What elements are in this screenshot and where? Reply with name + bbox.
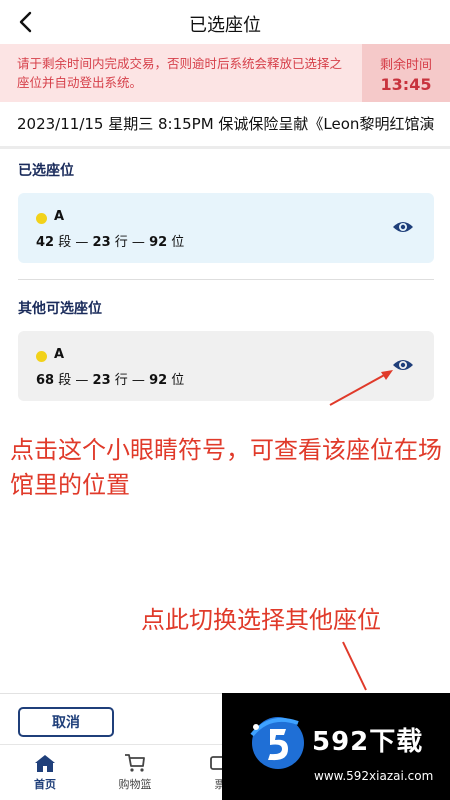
countdown-value: 13:45 — [380, 75, 432, 94]
seat-section: 68 — [36, 373, 55, 388]
eye-icon[interactable] — [392, 356, 414, 374]
row-unit: 行 — [114, 235, 128, 250]
seat-unit: 位 — [171, 373, 185, 388]
timer-message: 请于剩余时间内完成交易，否则逾时后系统会释放已选择之座位并自动登出系统。 — [17, 56, 343, 90]
watermark-logo — [250, 717, 304, 769]
watermark: 592下载 www.592xiazai.com — [222, 693, 450, 800]
countdown-box: 剩余时间 13:45 — [362, 44, 450, 102]
tab-home[interactable]: 首页 — [15, 753, 75, 792]
eye-icon[interactable] — [392, 218, 414, 236]
other-seat-card[interactable]: A 68 段 — 23 行 — 92 位 — [18, 331, 434, 401]
section-unit: 段 — [58, 235, 72, 250]
section-divider — [0, 146, 450, 149]
cart-icon — [125, 754, 145, 772]
separator: — — [131, 373, 145, 388]
separator: — — [75, 373, 89, 388]
event-info: 2023/11/15 星期三 8:15PM 保诚保险呈献《Leon黎明红馆演 — [17, 115, 435, 133]
seat-number: 92 — [149, 235, 168, 250]
countdown-label: 剩余时间 — [379, 58, 432, 73]
seat-unit: 位 — [171, 235, 185, 250]
separator: — — [131, 235, 145, 250]
tab-label: 购物篮 — [118, 778, 152, 791]
seat-detail: 42 段 — 23 行 — 92 位 — [36, 231, 184, 250]
row-unit: 行 — [114, 373, 128, 388]
page-title: 已选座位 — [189, 15, 261, 36]
seat-number: 92 — [149, 373, 168, 388]
zone-dot-icon — [36, 351, 47, 362]
separator: — — [75, 235, 89, 250]
home-icon — [35, 755, 55, 772]
section-unit: 段 — [58, 373, 72, 388]
cancel-button[interactable]: 取消 — [18, 707, 114, 737]
selected-seat-heading: 已选座位 — [18, 163, 74, 179]
divider — [18, 279, 434, 280]
watermark-url: www.592xiazai.com — [314, 769, 434, 783]
timer-banner: 请于剩余时间内完成交易，否则逾时后系统会释放已选择之座位并自动登出系统。 剩余时… — [0, 44, 450, 102]
seat-row: 23 — [92, 373, 111, 388]
selected-seat-card: A 42 段 — 23 行 — 92 位 — [18, 193, 434, 263]
seat-zone: A — [54, 209, 65, 224]
eye-annotation: 点击这个小眼睛符号，可查看该座位在场馆里的位置 — [10, 436, 442, 499]
seat-section: 42 — [36, 235, 55, 250]
tab-cart[interactable]: 购物篮 — [105, 753, 165, 792]
seat-detail: 68 段 — 23 行 — 92 位 — [36, 369, 184, 388]
tab-label: 首页 — [34, 778, 56, 791]
switch-annotation: 点此切换选择其他座位 — [141, 606, 381, 634]
other-seats-heading: 其他可选座位 — [18, 301, 102, 317]
zone-dot-icon — [36, 213, 47, 224]
watermark-brand: 592下载 — [312, 727, 424, 757]
top-bar: 已选座位 — [0, 0, 450, 44]
seat-zone: A — [54, 347, 65, 362]
seat-row: 23 — [92, 235, 111, 250]
